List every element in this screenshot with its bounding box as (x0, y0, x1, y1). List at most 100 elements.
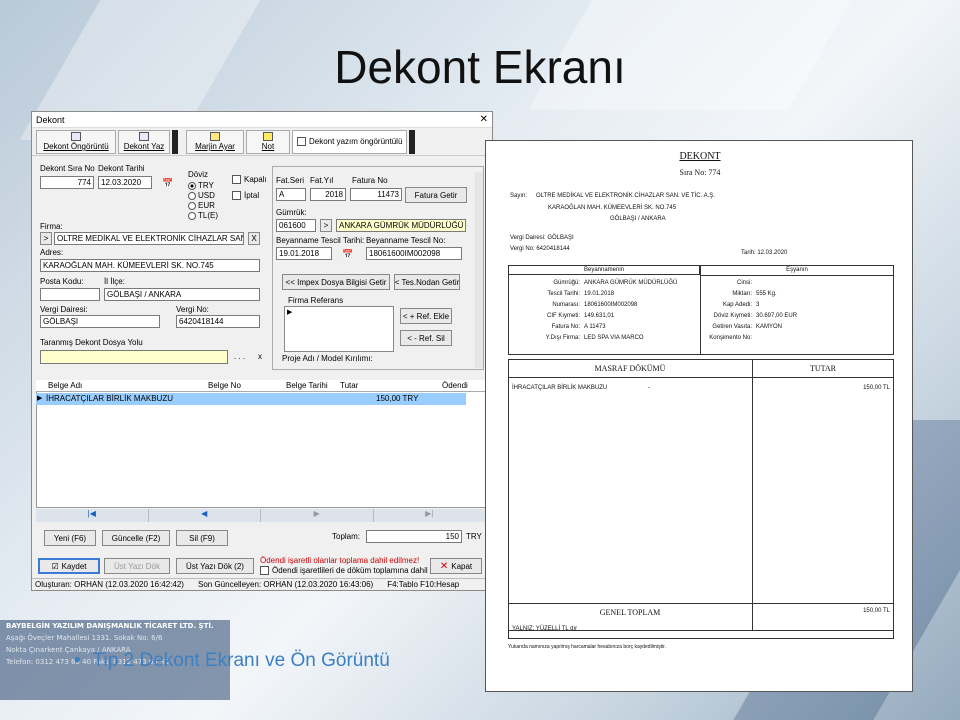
nav-first-button[interactable]: |◀ (36, 509, 149, 522)
gumruk-ad-input[interactable]: ANKARA GÜMRÜK MÜDÜRLÜĞÜ (336, 219, 466, 232)
guncelle-button[interactable]: Güncelle (F2) (102, 530, 170, 546)
note-button[interactable]: Not (246, 129, 290, 154)
print-button[interactable]: Dekont Yaz (118, 129, 170, 154)
dropdown-arrow[interactable] (409, 129, 416, 154)
nav-last-button[interactable]: ▶| (373, 509, 486, 522)
firma-clear-button[interactable]: X (248, 232, 260, 245)
doc-genel-toplam: GENEL TOPLAM (599, 608, 661, 617)
kapali-checkbox[interactable]: Kapalı (232, 175, 267, 185)
radio-usd[interactable]: USD (188, 191, 215, 200)
tes-button[interactable]: < Tes.Nodan Getir (394, 274, 460, 290)
fat-seri-input[interactable]: A (276, 188, 306, 201)
dropdown-arrow[interactable] (172, 129, 178, 154)
radio-label: USD (198, 191, 215, 200)
tarih-input[interactable]: 12.03.2020 (98, 176, 152, 189)
kaydet-button[interactable]: ☑ Kaydet (38, 558, 100, 574)
row-pointer-icon: ▶ (37, 395, 43, 402)
panel-scrollbar[interactable] (475, 172, 483, 368)
doc-item-dash: - (648, 385, 650, 391)
clear-path-button[interactable]: x (258, 352, 262, 361)
browse-button[interactable]: . . . (234, 352, 245, 361)
doc-row-label: Kap Adedi: (722, 302, 752, 308)
preview-label: Dekont Öngörüntü (43, 142, 109, 151)
radio-try[interactable]: TRY (188, 181, 214, 190)
button-label: Kapat (451, 561, 473, 571)
col-odendi: Ödendi (442, 381, 468, 390)
button-label: Üst Yazı Dök (2) (186, 561, 244, 571)
impex-button[interactable]: << Impex Dosya Bilgisi Getir (282, 274, 390, 290)
radio-icon[interactable] (188, 211, 196, 220)
statusbar: Oluşturan: ORHAN (12.03.2020 16:42:42) S… (32, 578, 492, 590)
doc-row-label: Gümrüğü: (553, 280, 580, 286)
print-preview-checkbox[interactable]: Dekont yazım öngörüntülü (292, 129, 408, 154)
ref-ekle-button[interactable]: < + Ref. Ekle (400, 308, 452, 324)
adres-input[interactable]: KARAOĞLAN MAH. KÜMEEVLERİ SK. NO.745 (40, 259, 260, 272)
firma-ref-list[interactable]: ▶ (284, 306, 394, 352)
firma-input[interactable]: OLTRE MEDİKAL VE ELEKTRONİK CİHAZLAR SAN… (54, 232, 244, 245)
button-label: < - Ref. Sil (407, 333, 445, 343)
doc-esya-head: Eşyanın (786, 267, 808, 273)
table-row[interactable]: ▶ İHRACATÇILAR BİRLİK MAKBUZU 150,00 TRY (36, 393, 466, 405)
checkbox[interactable] (232, 191, 241, 201)
doc-adres1: KARAOĞLAN MAH. KÜMEEVLERİ SK. NO.745 (548, 205, 677, 211)
doc-row-value: LED SPA VIA MARCO (584, 335, 644, 341)
checkbox[interactable] (232, 175, 241, 185)
doc-row-value: A 11473 (584, 324, 606, 330)
ust-yazi-button[interactable]: Üst Yazı Dök (104, 558, 170, 574)
iptal-checkbox[interactable]: İptal (232, 191, 259, 201)
ref-sil-button[interactable]: < - Ref. Sil (400, 330, 452, 346)
toolbar: Dekont Öngörüntü Dekont Yaz Marjin Ayar … (32, 128, 492, 156)
sil-button[interactable]: Sil (F9) (176, 530, 228, 546)
calendar-icon[interactable]: 📅 (162, 178, 173, 189)
company-address: Aşağı Öveçler Mahallesi 1331. Sokak No: … (6, 634, 163, 642)
doc-row-label: Cinsi: (736, 280, 752, 286)
gumruk-lookup-button[interactable]: > (320, 219, 332, 232)
bullet-text: Tip 2 Dekont Ekranı ve Ön Görüntü (92, 650, 390, 671)
bey-no-input[interactable]: 18061600IM002098 (366, 247, 462, 260)
nav-next-button[interactable]: ▶ (261, 509, 374, 522)
yol-input[interactable] (40, 350, 228, 364)
status-updated: Son Güncelleyen: ORHAN (12.03.2020 16:43… (197, 580, 374, 589)
posta-input[interactable] (40, 288, 100, 301)
doc-row-label: Y.Dışı Firma: (545, 335, 580, 341)
ilce-input[interactable]: GÖLBAŞI / ANKARA (104, 288, 260, 301)
fatura-getir-button[interactable]: Fatura Getir (405, 187, 467, 203)
sira-no-input[interactable]: 774 (40, 176, 94, 189)
nav-prev-button[interactable]: ◀ (148, 509, 261, 522)
calendar-icon[interactable]: 📅 (342, 249, 353, 260)
yeni-button[interactable]: Yeni (F6) (44, 530, 96, 546)
firma-lookup-button[interactable]: > (40, 232, 52, 245)
radio-icon[interactable] (188, 191, 196, 200)
checkbox[interactable] (260, 566, 269, 576)
kapat-button[interactable]: ✕ Kapat (430, 558, 482, 574)
gumruk-kod-input[interactable]: 061600 (276, 219, 316, 232)
vd-input[interactable]: GÖLBAŞI (40, 315, 160, 328)
radio-tle[interactable]: TL(E) (188, 211, 218, 220)
fat-yil-input[interactable]: 2018 (310, 188, 346, 201)
checkbox[interactable] (297, 137, 306, 146)
monitor-icon (71, 132, 81, 141)
button-label: Fatura Getir (414, 190, 458, 200)
doc-row-value: 19.01.2018 (584, 291, 615, 297)
dekont-preview: DEKONT Sıra No: 774 Sayın: OLTRE MEDİKAL… (485, 140, 913, 692)
slide-bullet: • Tip 2 Dekont Ekranı ve Ön Görüntü (74, 650, 390, 672)
preview-button[interactable]: Dekont Öngörüntü (36, 129, 116, 154)
fat-yil-label: Fat.Yıl (310, 176, 334, 185)
doc-row-value: 149.631,01 (584, 313, 615, 319)
col-belge-tarihi: Belge Tarihi (286, 381, 328, 390)
radio-icon[interactable] (188, 201, 196, 210)
button-label: Sil (F9) (189, 533, 215, 543)
button-label: Kaydet (61, 561, 87, 571)
doc-divider (508, 603, 894, 604)
close-icon[interactable]: ✕ (480, 114, 488, 125)
fatura-no-input[interactable]: 11473 (350, 188, 402, 201)
margin-button[interactable]: Marjin Ayar (186, 129, 244, 154)
bey-tarih-input[interactable]: 19.01.2018 (276, 247, 332, 260)
note-label: Not (261, 142, 275, 151)
radio-eur[interactable]: EUR (188, 201, 215, 210)
ust-yazi2-button[interactable]: Üst Yazı Dök (2) (176, 558, 254, 574)
radio-label: EUR (198, 201, 215, 210)
odendi-checkbox[interactable]: Ödendi işaretlileri de döküm toplamına d… (260, 566, 437, 576)
vno-input[interactable]: 6420418144 (176, 315, 260, 328)
radio-icon[interactable] (188, 181, 196, 190)
